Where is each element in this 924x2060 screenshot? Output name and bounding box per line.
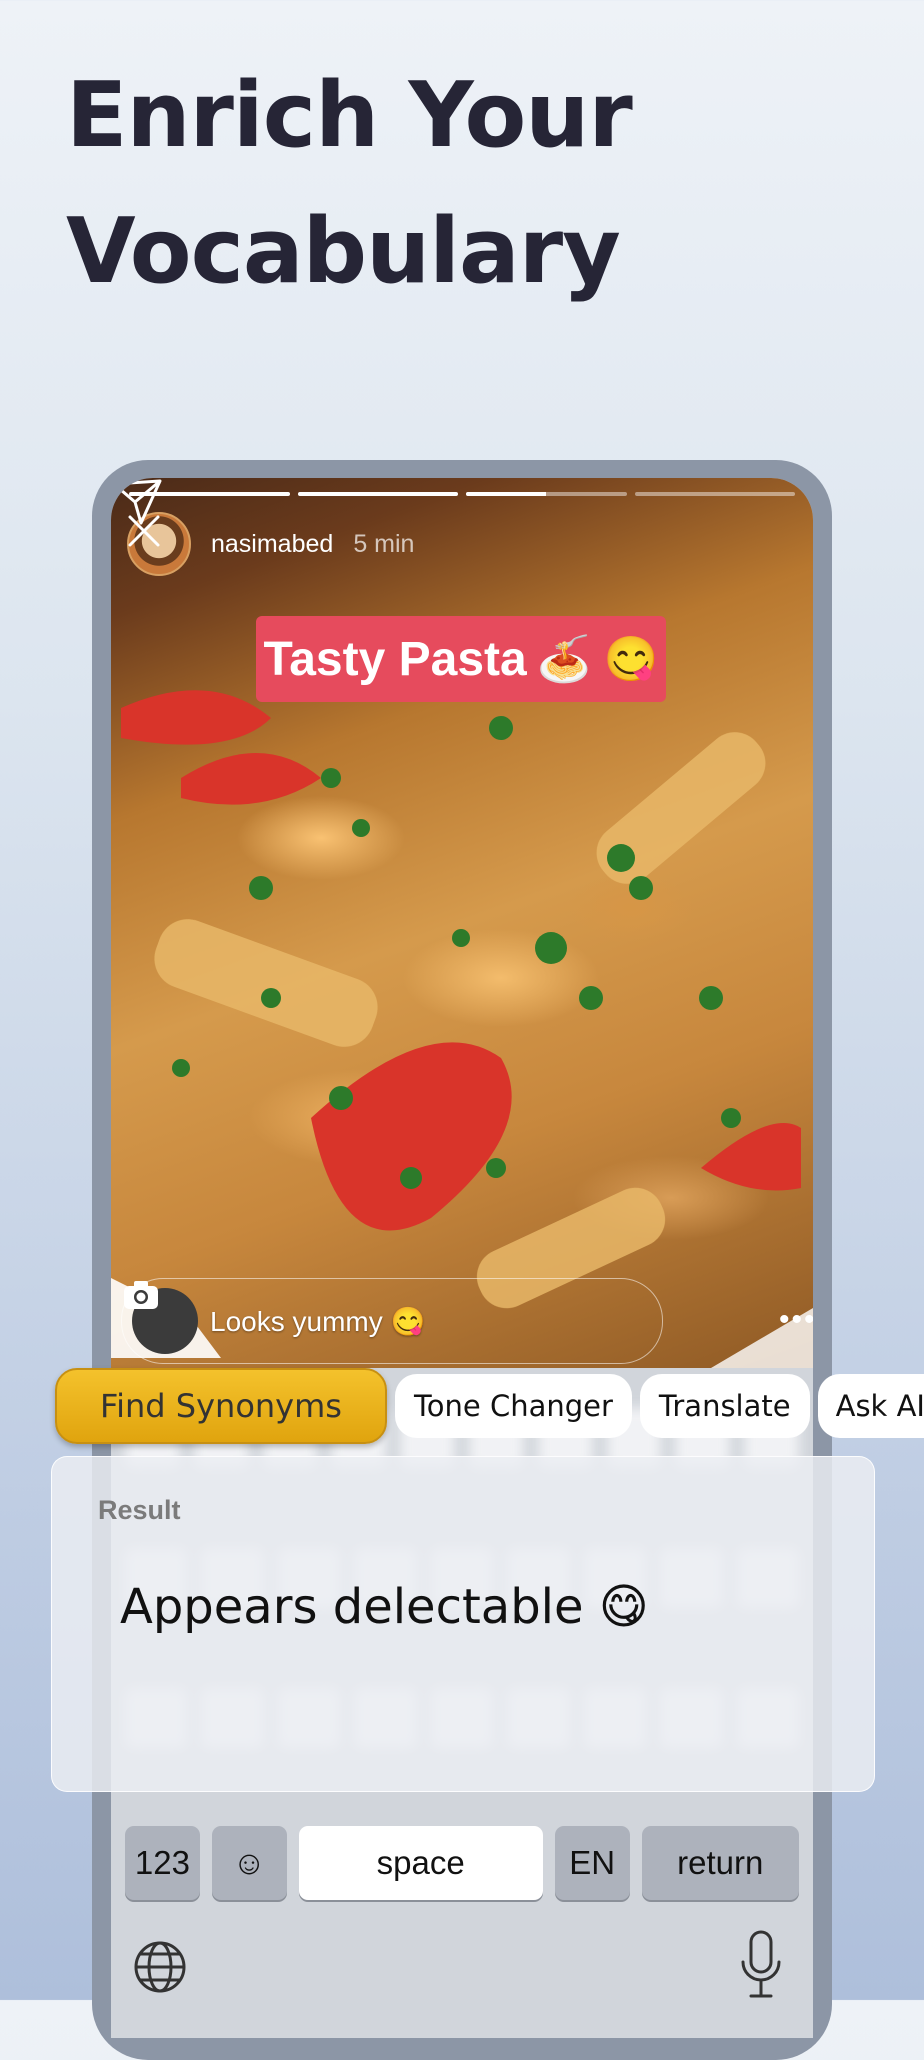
story-header: nasimabed 5 min xyxy=(127,512,797,576)
sticker-emojis: 🍝 😋 xyxy=(536,635,659,684)
reply-field[interactable]: Looks yummy 😋 xyxy=(121,1278,663,1364)
send-icon[interactable] xyxy=(111,478,163,526)
progress-segment xyxy=(466,492,627,496)
language-key[interactable]: EN xyxy=(554,1826,630,1900)
headline-line-1: Enrich Your xyxy=(66,63,633,168)
progress-segment xyxy=(297,492,458,496)
story-sticker: Tasty Pasta 🍝 😋 xyxy=(256,616,666,702)
headline: Enrich Your Vocabulary xyxy=(66,48,633,320)
microphone-icon[interactable] xyxy=(739,1930,783,2000)
reply-text: Looks yummy 😋 xyxy=(210,1305,426,1337)
more-icon[interactable]: ••• xyxy=(779,1305,813,1335)
space-key[interactable]: space xyxy=(298,1826,543,1900)
sticker-text: Tasty Pasta xyxy=(263,632,527,686)
numbers-key[interactable]: 123 xyxy=(125,1826,200,1900)
phone-screen: nasimabed 5 min Tasty Pasta 🍝 😋 Looks yu… xyxy=(111,478,813,2038)
camera-button[interactable] xyxy=(124,1281,198,1354)
ask-ai-chip[interactable]: Ask AI xyxy=(817,1374,924,1438)
emoji-key[interactable]: ☺ xyxy=(211,1826,287,1900)
ai-tools-bar: Find Synonyms Tone Changer Translate Ask… xyxy=(55,1368,924,1444)
headline-line-2: Vocabulary xyxy=(66,199,621,304)
story-username[interactable]: nasimabed xyxy=(211,530,333,559)
story-time: 5 min xyxy=(353,529,415,558)
progress-segment xyxy=(634,492,795,496)
camera-icon xyxy=(124,1281,158,1309)
find-synonyms-chip[interactable]: Find Synonyms xyxy=(55,1368,387,1444)
tone-changer-chip[interactable]: Tone Changer xyxy=(395,1374,632,1438)
result-text[interactable]: Appears delectable 😋 xyxy=(120,1579,649,1635)
story-photo: nasimabed 5 min Tasty Pasta 🍝 😋 Looks yu… xyxy=(111,478,813,1368)
result-label: Result xyxy=(98,1495,181,1525)
keyboard-bottom-row: 123 ☺ space EN return xyxy=(125,1826,800,1900)
story-progress xyxy=(129,492,795,496)
translate-chip[interactable]: Translate xyxy=(639,1374,810,1438)
result-card: Result Appears delectable 😋 xyxy=(51,1456,875,1792)
return-key[interactable]: return xyxy=(641,1826,800,1900)
globe-icon[interactable] xyxy=(133,1940,187,1994)
pasta-illustration xyxy=(111,644,813,1368)
